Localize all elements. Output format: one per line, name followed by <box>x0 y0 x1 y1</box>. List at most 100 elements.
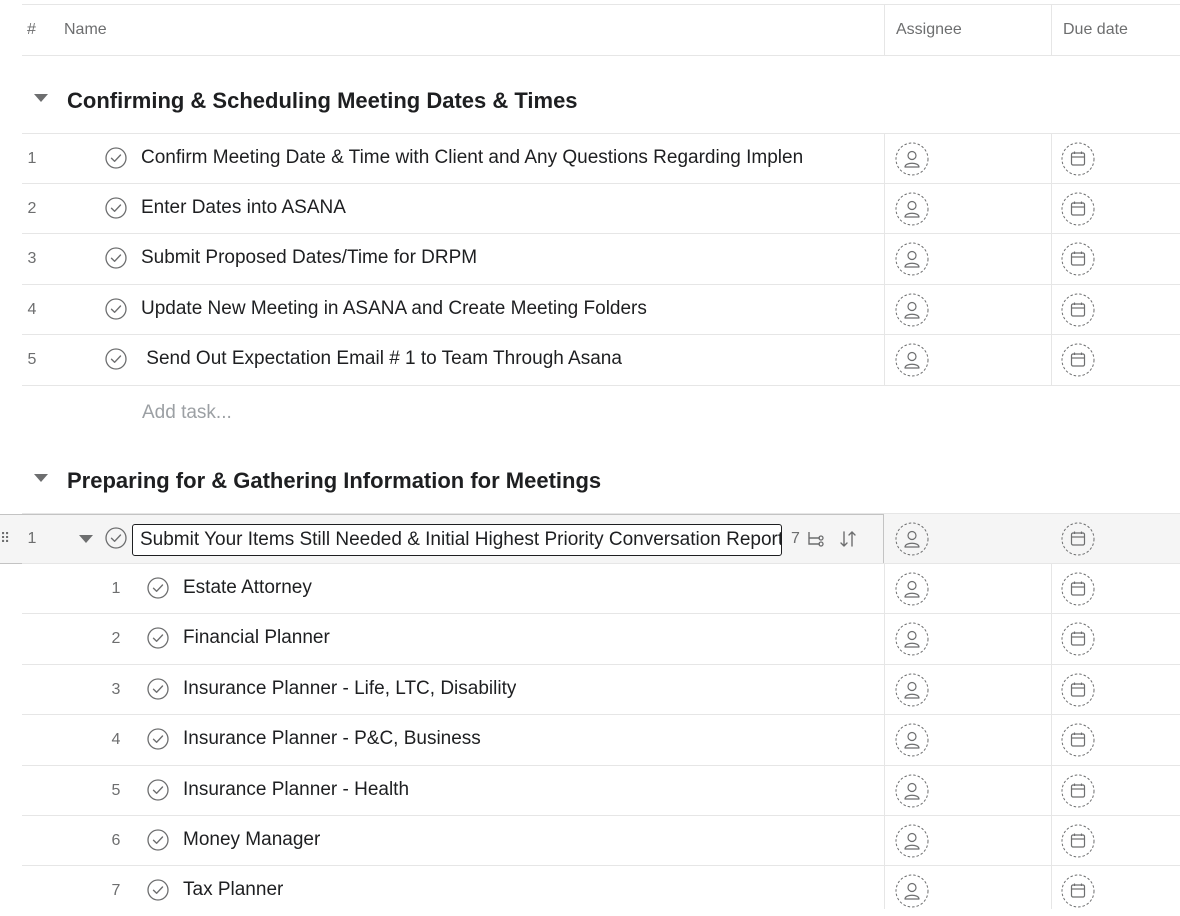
subtask-row[interactable]: 2 Financial Planner <box>0 614 1180 664</box>
calendar-icon[interactable] <box>1061 723 1095 757</box>
check-circle-icon[interactable] <box>147 879 169 901</box>
task-row[interactable]: 5 Send Out Expectation Email # 1 to Team… <box>0 335 1180 385</box>
check-circle-icon[interactable] <box>105 247 127 269</box>
sort-icon[interactable] <box>838 529 858 549</box>
row-number: 7 <box>111 882 121 899</box>
calendar-icon[interactable] <box>1061 522 1095 556</box>
row-number: 5 <box>27 351 37 368</box>
check-circle-icon[interactable] <box>105 147 127 169</box>
calendar-icon[interactable] <box>1061 774 1095 808</box>
subtask-row[interactable]: 5 Insurance Planner - Health <box>0 766 1180 816</box>
check-circle-icon[interactable] <box>147 577 169 599</box>
section-header[interactable]: Preparing for & Gathering Information fo… <box>0 455 1180 505</box>
section-title[interactable]: Confirming & Scheduling Meeting Dates & … <box>67 88 578 114</box>
task-row-selected[interactable]: ⠿ 1 Submit Your Items Still Needed & Ini… <box>0 514 1180 564</box>
column-divider <box>1051 4 1052 56</box>
column-header-name[interactable]: Name <box>64 21 107 39</box>
calendar-icon[interactable] <box>1061 192 1095 226</box>
divider <box>22 55 1180 56</box>
caret-down-icon[interactable] <box>34 474 48 482</box>
calendar-icon[interactable] <box>1061 824 1095 858</box>
task-name[interactable]: Update New Meeting in ASANA and Create M… <box>141 298 647 320</box>
subtask-name[interactable]: Tax Planner <box>183 879 283 901</box>
assignee-placeholder-icon[interactable] <box>895 874 929 908</box>
check-circle-icon[interactable] <box>147 627 169 649</box>
calendar-icon[interactable] <box>1061 874 1095 908</box>
add-task-button[interactable]: Add task... <box>142 402 232 424</box>
divider <box>22 4 1180 5</box>
check-circle-icon[interactable] <box>105 298 127 320</box>
row-number: 3 <box>111 681 121 698</box>
check-circle-icon[interactable] <box>147 678 169 700</box>
column-header-number: # <box>27 21 36 38</box>
task-name[interactable]: Submit Proposed Dates/Time for DRPM <box>141 247 477 269</box>
subtask-row[interactable]: 6 Money Manager <box>0 816 1180 866</box>
assignee-placeholder-icon[interactable] <box>895 723 929 757</box>
assignee-placeholder-icon[interactable] <box>895 673 929 707</box>
check-circle-icon[interactable] <box>105 197 127 219</box>
calendar-icon[interactable] <box>1061 293 1095 327</box>
divider <box>22 385 1180 386</box>
row-number: 1 <box>27 530 37 547</box>
assignee-placeholder-icon[interactable] <box>895 293 929 327</box>
section-title[interactable]: Preparing for & Gathering Information fo… <box>67 468 601 494</box>
assignee-placeholder-icon[interactable] <box>895 824 929 858</box>
row-number: 6 <box>111 832 121 849</box>
column-header-assignee[interactable]: Assignee <box>896 21 962 39</box>
task-row[interactable]: 1 Confirm Meeting Date & Time with Clien… <box>0 134 1180 184</box>
task-row[interactable]: 2 Enter Dates into ASANA <box>0 184 1180 234</box>
assignee-placeholder-icon[interactable] <box>895 774 929 808</box>
check-circle-icon[interactable] <box>147 829 169 851</box>
task-name[interactable]: Submit Your Items Still Needed & Initial… <box>140 529 781 551</box>
task-name[interactable]: Enter Dates into ASANA <box>141 197 346 219</box>
row-number: 5 <box>111 782 121 799</box>
row-number: 2 <box>111 630 121 647</box>
subtask-row[interactable]: 1 Estate Attorney <box>0 564 1180 614</box>
task-row[interactable]: 3 Submit Proposed Dates/Time for DRPM <box>0 234 1180 284</box>
caret-down-icon[interactable] <box>34 94 48 102</box>
assignee-placeholder-icon[interactable] <box>895 242 929 276</box>
subtask-name[interactable]: Insurance Planner - Life, LTC, Disabilit… <box>183 678 516 700</box>
row-number: 4 <box>27 301 37 318</box>
column-header-row: # Name Assignee Due date <box>0 0 1180 56</box>
check-circle-icon[interactable] <box>147 728 169 750</box>
assignee-placeholder-icon[interactable] <box>895 192 929 226</box>
row-number: 4 <box>111 731 121 748</box>
assignee-placeholder-icon[interactable] <box>895 343 929 377</box>
task-name-input[interactable]: Submit Your Items Still Needed & Initial… <box>132 524 782 556</box>
subtask-name[interactable]: Financial Planner <box>183 627 330 649</box>
assignee-placeholder-icon[interactable] <box>895 522 929 556</box>
task-name[interactable]: Send Out Expectation Email # 1 to Team T… <box>141 348 622 370</box>
assignee-placeholder-icon[interactable] <box>895 142 929 176</box>
calendar-icon[interactable] <box>1061 673 1095 707</box>
drag-handle-icon[interactable]: ⠿ <box>0 530 10 547</box>
task-row[interactable]: 4 Update New Meeting in ASANA and Create… <box>0 285 1180 335</box>
row-number: 2 <box>27 200 37 217</box>
subtask-row[interactable]: 4 Insurance Planner - P&C, Business <box>0 715 1180 765</box>
row-number: 1 <box>27 150 37 167</box>
check-circle-icon[interactable] <box>105 348 127 370</box>
row-number: 1 <box>111 580 121 597</box>
calendar-icon[interactable] <box>1061 343 1095 377</box>
check-circle-icon[interactable] <box>147 779 169 801</box>
subtask-name[interactable]: Money Manager <box>183 829 320 851</box>
subtask-name[interactable]: Estate Attorney <box>183 577 312 599</box>
subtask-name[interactable]: Insurance Planner - P&C, Business <box>183 728 481 750</box>
section-header[interactable]: Confirming & Scheduling Meeting Dates & … <box>0 75 1180 125</box>
subtask-count[interactable]: 7 <box>791 530 800 548</box>
calendar-icon[interactable] <box>1061 242 1095 276</box>
subtask-icon[interactable] <box>805 529 825 549</box>
subtask-row[interactable]: 3 Insurance Planner - Life, LTC, Disabil… <box>0 665 1180 715</box>
column-header-due-date[interactable]: Due date <box>1063 21 1128 39</box>
calendar-icon[interactable] <box>1061 622 1095 656</box>
caret-down-icon[interactable] <box>79 535 93 543</box>
check-circle-icon[interactable] <box>105 527 127 549</box>
column-divider <box>884 4 885 56</box>
assignee-placeholder-icon[interactable] <box>895 622 929 656</box>
task-name[interactable]: Confirm Meeting Date & Time with Client … <box>141 147 821 169</box>
row-number: 3 <box>27 250 37 267</box>
calendar-icon[interactable] <box>1061 572 1095 606</box>
assignee-placeholder-icon[interactable] <box>895 572 929 606</box>
calendar-icon[interactable] <box>1061 142 1095 176</box>
subtask-name[interactable]: Insurance Planner - Health <box>183 779 409 801</box>
